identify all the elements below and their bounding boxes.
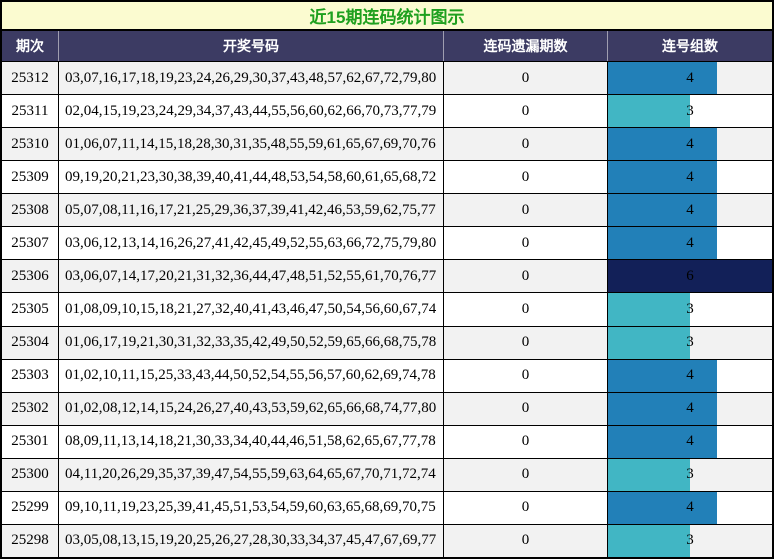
group-count-cell: 3 xyxy=(608,326,772,359)
group-count-cell: 4 xyxy=(608,161,772,194)
group-count-value: 4 xyxy=(686,69,694,86)
group-count-cell: 3 xyxy=(608,95,772,128)
panel-title: 近15期连码统计图示 xyxy=(2,2,772,31)
period-cell: 25308 xyxy=(2,194,59,227)
table-row: 25312 03,07,16,17,18,19,23,24,26,29,30,37… xyxy=(2,62,772,96)
group-count-cell: 4 xyxy=(608,392,772,425)
group-count-cell: 4 xyxy=(608,491,772,524)
group-count-value: 3 xyxy=(686,532,694,549)
period-cell: 25299 xyxy=(2,491,59,524)
miss-periods-cell: 0 xyxy=(444,260,608,293)
draw-numbers-cell: 02,04,15,19,23,24,29,34,37,43,44,55,56,6… xyxy=(59,95,444,128)
draw-numbers-cell: 03,06,12,13,14,16,26,27,41,42,45,49,52,5… xyxy=(59,227,444,260)
group-count-cell: 3 xyxy=(608,293,772,326)
miss-periods-cell: 0 xyxy=(444,458,608,491)
table-row: 25307 03,06,12,13,14,16,26,27,41,42,45,49… xyxy=(2,227,772,261)
draw-numbers-cell: 05,07,08,11,16,17,21,25,29,36,37,39,41,4… xyxy=(59,194,444,227)
group-count-value: 6 xyxy=(686,267,694,284)
draw-numbers-cell: 08,09,11,13,14,18,21,30,33,34,40,44,46,5… xyxy=(59,425,444,458)
group-count-value: 4 xyxy=(686,168,694,185)
header-miss-periods: 连码遗漏期数 xyxy=(444,31,608,61)
table-row: 25309 09,19,20,21,23,30,38,39,40,41,44,48… xyxy=(2,161,772,195)
group-count-value: 3 xyxy=(686,102,694,119)
draw-numbers-cell: 01,06,17,19,21,30,31,32,33,35,42,49,50,5… xyxy=(59,326,444,359)
period-cell: 25304 xyxy=(2,326,59,359)
table-row: 25308 05,07,08,11,16,17,21,25,29,36,37,39… xyxy=(2,194,772,228)
group-count-value: 4 xyxy=(686,234,694,251)
header-period: 期次 xyxy=(2,31,59,61)
miss-periods-cell: 0 xyxy=(444,425,608,458)
draw-numbers-cell: 01,08,09,10,15,18,21,27,32,40,41,43,46,4… xyxy=(59,293,444,326)
miss-periods-cell: 0 xyxy=(444,293,608,326)
period-cell: 25306 xyxy=(2,260,59,293)
group-count-cell: 6 xyxy=(608,260,772,293)
period-cell: 25311 xyxy=(2,95,59,128)
group-count-value: 3 xyxy=(686,466,694,483)
period-cell: 25307 xyxy=(2,227,59,260)
group-count-value: 4 xyxy=(686,433,694,450)
miss-periods-cell: 0 xyxy=(444,326,608,359)
period-cell: 25298 xyxy=(2,524,59,557)
group-count-value: 4 xyxy=(686,201,694,218)
draw-numbers-cell: 03,05,08,13,15,19,20,25,26,27,28,30,33,3… xyxy=(59,524,444,557)
miss-periods-cell: 0 xyxy=(444,194,608,227)
header-draw-numbers: 开奖号码 xyxy=(59,31,444,61)
period-cell: 25309 xyxy=(2,161,59,194)
miss-periods-cell: 0 xyxy=(444,491,608,524)
consecutive-number-stats-panel: 近15期连码统计图示 期次 开奖号码 连码遗漏期数 连号组数 25312 03,0… xyxy=(0,0,774,559)
table-row: 25305 01,08,09,10,15,18,21,27,32,40,41,43… xyxy=(2,293,772,327)
miss-periods-cell: 0 xyxy=(444,524,608,557)
group-count-cell: 3 xyxy=(608,524,772,557)
table-row: 25304 01,06,17,19,21,30,31,32,33,35,42,49… xyxy=(2,326,772,360)
miss-periods-cell: 0 xyxy=(444,95,608,128)
table-row: 25306 03,06,07,14,17,20,21,31,32,36,44,47… xyxy=(2,260,772,294)
miss-periods-cell: 0 xyxy=(444,128,608,161)
group-count-value: 4 xyxy=(686,367,694,384)
table-row: 25300 04,11,20,26,29,35,37,39,47,54,55,59… xyxy=(2,458,772,492)
group-count-value: 3 xyxy=(686,300,694,317)
period-cell: 25302 xyxy=(2,392,59,425)
table-row: 25299 09,10,11,19,23,25,39,41,45,51,53,54… xyxy=(2,491,772,525)
draw-numbers-cell: 01,02,10,11,15,25,33,43,44,50,52,54,55,5… xyxy=(59,359,444,392)
table-row: 25302 01,02,08,12,14,15,24,26,27,40,43,53… xyxy=(2,392,772,426)
group-count-cell: 4 xyxy=(608,227,772,260)
period-cell: 25312 xyxy=(2,62,59,95)
period-cell: 25303 xyxy=(2,359,59,392)
period-cell: 25300 xyxy=(2,458,59,491)
table-row: 25310 01,06,07,11,14,15,18,28,30,31,35,48… xyxy=(2,128,772,162)
draw-numbers-cell: 04,11,20,26,29,35,37,39,47,54,55,59,63,6… xyxy=(59,458,444,491)
group-count-cell: 4 xyxy=(608,62,772,95)
table-body: 25312 03,07,16,17,18,19,23,24,26,29,30,37… xyxy=(2,62,772,557)
group-count-cell: 4 xyxy=(608,359,772,392)
miss-periods-cell: 0 xyxy=(444,359,608,392)
group-count-value: 4 xyxy=(686,400,694,417)
miss-periods-cell: 0 xyxy=(444,161,608,194)
group-count-value: 3 xyxy=(686,334,694,351)
table-row: 25303 01,02,10,11,15,25,33,43,44,50,52,54… xyxy=(2,359,772,393)
header-group-count: 连号组数 xyxy=(662,38,718,54)
group-count-cell: 4 xyxy=(608,128,772,161)
period-cell: 25305 xyxy=(2,293,59,326)
period-cell: 25310 xyxy=(2,128,59,161)
miss-periods-cell: 0 xyxy=(444,227,608,260)
miss-periods-cell: 0 xyxy=(444,392,608,425)
miss-periods-cell: 0 xyxy=(444,62,608,95)
draw-numbers-cell: 03,06,07,14,17,20,21,31,32,36,44,47,48,5… xyxy=(59,260,444,293)
table-header: 期次 开奖号码 连码遗漏期数 连号组数 xyxy=(2,31,772,62)
table-row: 25311 02,04,15,19,23,24,29,34,37,43,44,55… xyxy=(2,95,772,129)
draw-numbers-cell: 03,07,16,17,18,19,23,24,26,29,30,37,43,4… xyxy=(59,62,444,95)
draw-numbers-cell: 09,19,20,21,23,30,38,39,40,41,44,48,53,5… xyxy=(59,161,444,194)
group-count-value: 4 xyxy=(686,135,694,152)
table-row: 25298 03,05,08,13,15,19,20,25,26,27,28,30… xyxy=(2,524,772,557)
group-count-cell: 4 xyxy=(608,425,772,458)
table-row: 25301 08,09,11,13,14,18,21,30,33,34,40,44… xyxy=(2,425,772,459)
group-count-cell: 4 xyxy=(608,194,772,227)
group-count-cell: 3 xyxy=(608,458,772,491)
draw-numbers-cell: 09,10,11,19,23,25,39,41,45,51,53,54,59,6… xyxy=(59,491,444,524)
draw-numbers-cell: 01,06,07,11,14,15,18,28,30,31,35,48,55,5… xyxy=(59,128,444,161)
period-cell: 25301 xyxy=(2,425,59,458)
draw-numbers-cell: 01,02,08,12,14,15,24,26,27,40,43,53,59,6… xyxy=(59,392,444,425)
group-count-value: 4 xyxy=(686,499,694,516)
